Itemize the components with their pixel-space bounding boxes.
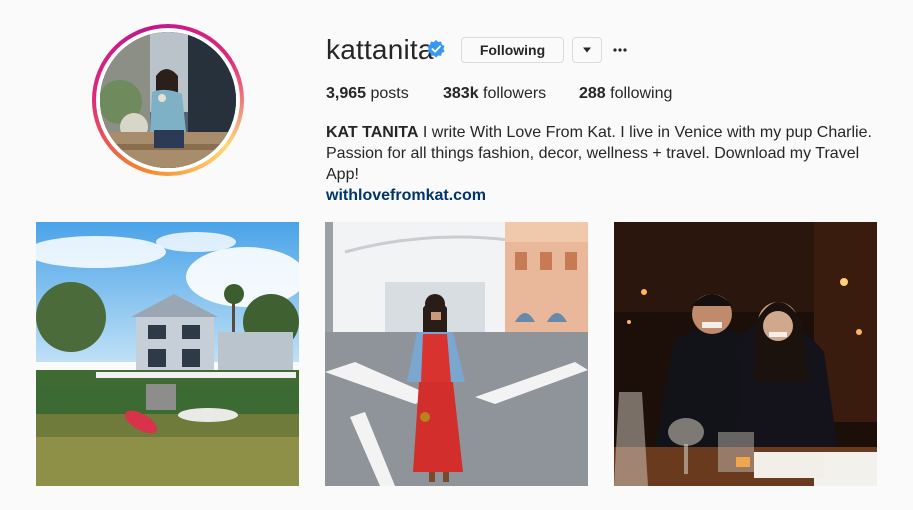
posts-stat: 3,965 posts: [326, 85, 409, 103]
following-button[interactable]: Following: [461, 37, 564, 63]
website-link[interactable]: withlovefromkat.com: [326, 185, 886, 206]
bio-text-1: I write With Love From Kat. I live in Ve…: [418, 124, 872, 141]
avatar-border: [96, 28, 240, 172]
following-label: following: [605, 85, 673, 102]
full-name: KAT TANITA: [326, 124, 419, 141]
post-thumbnail-2[interactable]: [325, 222, 588, 486]
caret-down-icon: [583, 47, 591, 53]
ellipsis-icon: [613, 48, 627, 52]
post-thumbnail-3[interactable]: [614, 222, 877, 486]
verified-badge-icon: [427, 40, 445, 58]
posts-count: 3,965: [326, 85, 367, 102]
following-count: 288: [579, 85, 606, 102]
post-image-dinner: [614, 222, 877, 486]
followers-stat[interactable]: 383k followers: [443, 85, 546, 103]
followers-label: followers: [478, 85, 547, 102]
bio-text-2: Passion for all things fashion, decor, w…: [326, 145, 860, 183]
avatar-image: [100, 32, 236, 168]
posts-label: posts: [366, 85, 409, 102]
followers-count: 383k: [443, 85, 479, 102]
post-image-venice-street: [325, 222, 588, 486]
suggestions-dropdown-button[interactable]: [572, 37, 602, 63]
post-image-canal-house: [36, 222, 299, 486]
post-thumbnail-1[interactable]: [36, 222, 299, 486]
profile-bio: KAT TANITA I write With Love From Kat. I…: [326, 122, 886, 206]
bio-line-1: KAT TANITA I write With Love From Kat. I…: [326, 122, 886, 143]
username: kattanita: [326, 34, 434, 65]
more-options-button[interactable]: [609, 40, 631, 60]
profile-avatar[interactable]: [92, 24, 244, 176]
avatar-photo: [100, 32, 236, 168]
following-stat[interactable]: 288 following: [579, 85, 672, 103]
